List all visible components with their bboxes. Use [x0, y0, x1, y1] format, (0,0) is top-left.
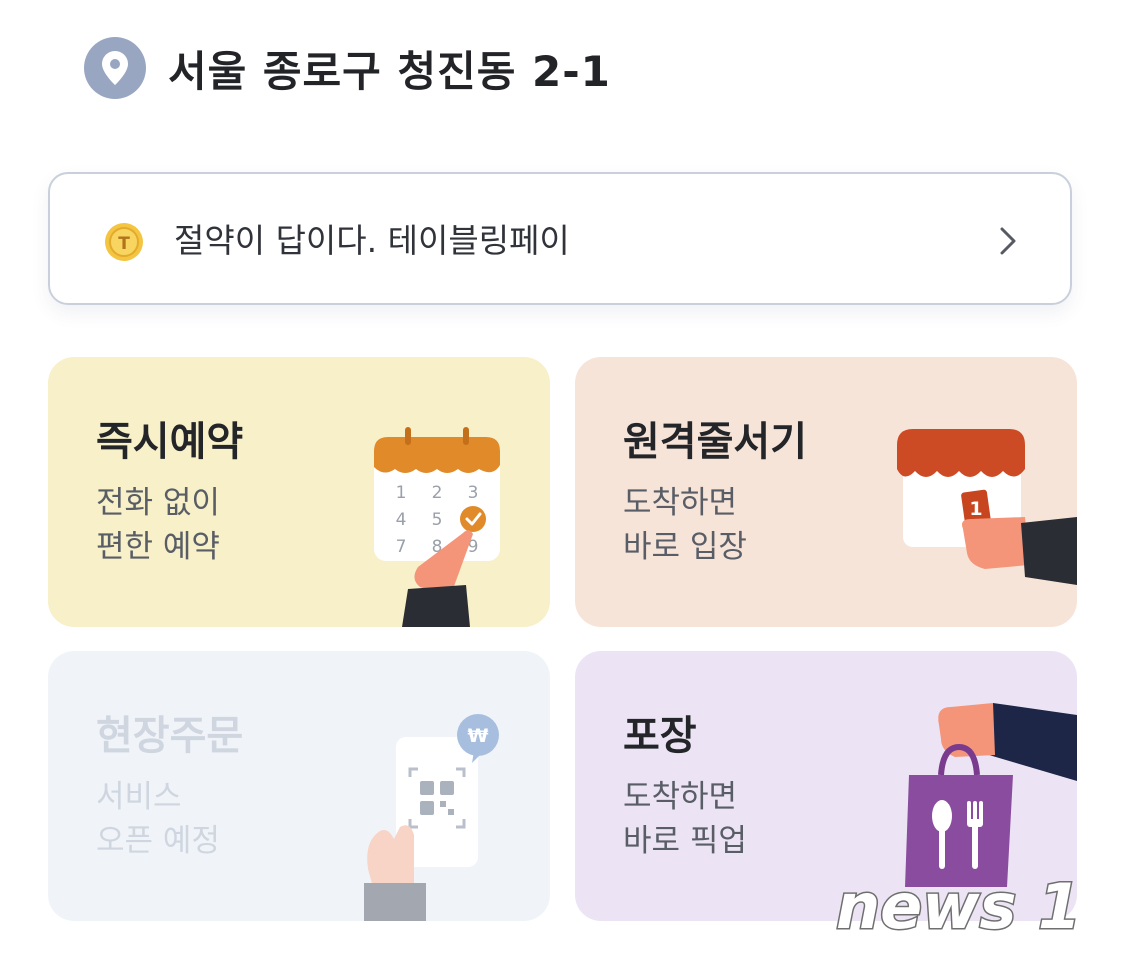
card-title: 포장	[623, 713, 697, 759]
card-description: 서비스 오픈 예정	[96, 779, 220, 859]
calendar-day: 5	[432, 510, 443, 530]
instant-reservation-card[interactable]: 즉시예약 전화 없이 편한 예약 1 2 3 4 5 7 8 9	[48, 357, 550, 627]
coin-letter: T	[118, 234, 130, 254]
card-title: 즉시예약	[96, 419, 244, 465]
card-description: 도착하면 바로 입장	[623, 485, 747, 565]
onsite-order-card: 현장주문 서비스 오픈 예정 ₩	[48, 651, 550, 921]
card-description: 도착하면 바로 픽업	[623, 779, 747, 859]
calendar-day: 2	[432, 483, 443, 503]
calendar-day: 1	[396, 483, 407, 503]
tablingpay-promo-banner[interactable]: T 절약이 답이다. 테이블링페이	[48, 172, 1072, 305]
card-title: 원격줄서기	[623, 419, 807, 465]
ticket-number: 1	[969, 498, 982, 520]
watermark-text: news 1	[836, 870, 1081, 943]
remote-queue-card[interactable]: 원격줄서기 도착하면 바로 입장 1	[575, 357, 1077, 627]
location-text: 서울 종로구 청진동 2-1	[168, 46, 611, 96]
coin-icon: T	[105, 223, 143, 261]
promo-text: 절약이 답이다. 테이블링페이	[174, 221, 570, 260]
calendar-icon: 1 2 3 4 5 7 8 9	[374, 427, 500, 627]
card-description: 전화 없이 편한 예약	[96, 485, 220, 565]
location-header[interactable]: 서울 종로구 청진동 2-1	[84, 36, 611, 100]
news1-watermark-logo: news 1	[835, 869, 1083, 945]
store-ticket-icon: 1	[897, 429, 1077, 585]
qr-phone-icon: ₩	[364, 714, 499, 921]
chevron-right-icon	[1000, 227, 1016, 255]
map-pin-icon	[84, 37, 146, 99]
won-icon: ₩	[468, 725, 489, 747]
card-title: 현장주문	[96, 713, 244, 759]
calendar-day: 7	[396, 537, 407, 557]
calendar-day: 4	[396, 510, 407, 530]
calendar-day: 3	[468, 483, 479, 503]
